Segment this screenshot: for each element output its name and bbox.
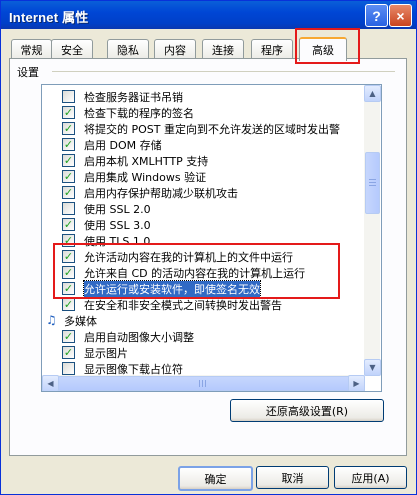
setting-label: 允许来自 CD 的活动内容在我的计算机上运行 (84, 267, 306, 280)
cancel-button[interactable]: 取消 (256, 466, 329, 489)
group-label: 多媒体 (64, 315, 97, 328)
vertical-scroll-thumb[interactable] (365, 152, 380, 214)
checkbox[interactable]: ✓ (62, 186, 75, 199)
scroll-down-button[interactable]: ▼ (364, 359, 381, 376)
tab-connections[interactable]: 连接 (202, 39, 244, 59)
tab-general[interactable]: 常规 (11, 39, 52, 59)
settings-heading: 设置 (17, 66, 39, 79)
grip-line (202, 380, 203, 387)
grip-line (199, 380, 200, 387)
grip-line (205, 380, 206, 387)
checkbox[interactable]: ✓ (62, 282, 75, 295)
close-button[interactable]: × (389, 4, 412, 27)
help-button[interactable]: ? (365, 4, 388, 27)
checkbox[interactable] (62, 362, 75, 375)
setting-label: 启用内存保护帮助减少联机攻击 (84, 187, 238, 200)
horizontal-scroll-thumb[interactable] (58, 376, 350, 391)
ok-button[interactable]: 确定 (178, 466, 253, 491)
setting-label: 将提交的 POST 重定向到不允许发送的区域时发出警 (84, 123, 340, 136)
multimedia-icon: ♫ (46, 313, 57, 327)
title-bar[interactable]: Internet 属性 ? × (1, 1, 416, 29)
checkbox[interactable]: ✓ (62, 106, 75, 119)
setting-row[interactable]: ✓ 将提交的 POST 重定向到不允许发送的区域时发出警 (42, 120, 362, 136)
setting-label: 使用 TLS 1.0 (84, 235, 151, 248)
scroll-right-button[interactable]: ▶ (348, 375, 365, 391)
setting-row-selected[interactable]: ✓ 允许运行或安装软件，即使签名无效 (42, 280, 362, 298)
setting-row[interactable]: ✓ 启用集成 Windows 验证 (42, 168, 362, 184)
restore-advanced-button[interactable]: 还原高级设置(R) (230, 399, 384, 422)
apply-button[interactable]: 应用(A) (334, 466, 407, 489)
close-icon: × (396, 7, 405, 24)
setting-label: 检查服务器证书吊销 (84, 91, 183, 104)
setting-row[interactable]: 检查服务器证书吊销 (42, 88, 362, 104)
setting-label: 使用 SSL 2.0 (84, 203, 151, 216)
checkbox[interactable]: ✓ (62, 138, 75, 151)
setting-label: 检查下载的程序的签名 (84, 107, 194, 120)
checkbox[interactable]: ✓ (62, 266, 75, 279)
chevron-left-icon: ◀ (47, 379, 54, 388)
scroll-up-button[interactable]: ▲ (364, 85, 381, 102)
setting-label: 显示图片 (84, 347, 128, 360)
setting-row[interactable]: ✓ 使用 SSL 3.0 (42, 216, 362, 232)
setting-row[interactable]: 显示图像下载占位符 (42, 360, 362, 376)
vertical-scrollbar[interactable]: ▲ ▼ (364, 85, 381, 376)
group-row-multimedia[interactable]: ♫ 多媒体 (42, 312, 362, 328)
setting-row[interactable]: ✓ 启用 DOM 存储 (42, 136, 362, 152)
setting-label: 启用自动图像大小调整 (84, 331, 194, 344)
setting-row[interactable]: ✓ 允许活动内容在我的计算机上的文件中运行 (42, 248, 362, 264)
checkbox[interactable]: ✓ (62, 298, 75, 311)
settings-list[interactable]: 检查服务器证书吊销 ✓ 检查下载的程序的签名 ✓ 将提交的 POST 重定向到不允许… (41, 84, 382, 392)
checkbox[interactable] (62, 202, 75, 215)
chevron-up-icon: ▲ (369, 89, 376, 98)
setting-row[interactable]: 使用 SSL 2.0 (42, 200, 362, 216)
checkbox[interactable]: ✓ (62, 170, 75, 183)
setting-row[interactable]: ✓ 检查下载的程序的签名 (42, 104, 362, 120)
setting-row[interactable]: ✓ 允许来自 CD 的活动内容在我的计算机上运行 (42, 264, 362, 280)
setting-label: 在安全和非安全模式之间转换时发出警告 (84, 299, 282, 312)
horizontal-scrollbar[interactable]: ◀ ▶ (42, 375, 365, 391)
tab-programs[interactable]: 程序 (251, 39, 293, 59)
checkbox[interactable]: ✓ (62, 346, 75, 359)
checkbox[interactable]: ✓ (62, 234, 75, 247)
checkbox[interactable]: ✓ (62, 122, 75, 135)
tab-advanced[interactable]: 高级 (299, 37, 347, 61)
window-title: Internet 属性 (9, 10, 89, 25)
tab-privacy[interactable]: 隐私 (107, 39, 149, 59)
grip-line (369, 182, 376, 183)
setting-label: 使用 SSL 3.0 (84, 219, 151, 232)
checkbox[interactable]: ✓ (62, 154, 75, 167)
setting-row[interactable]: ✓ 启用自动图像大小调整 (42, 328, 362, 344)
setting-row[interactable]: ✓ 在安全和非安全模式之间转换时发出警告 (42, 296, 362, 312)
setting-row[interactable]: ✓ 使用 TLS 1.0 (42, 232, 362, 248)
setting-row[interactable]: ✓ 启用内存保护帮助减少联机攻击 (42, 184, 362, 200)
scroll-left-button[interactable]: ◀ (42, 375, 59, 391)
chevron-right-icon: ▶ (353, 379, 360, 388)
help-icon: ? (372, 7, 381, 24)
setting-row[interactable]: ✓ 启用本机 XMLHTTP 支持 (42, 152, 362, 168)
setting-label: 启用 DOM 存储 (84, 139, 162, 152)
setting-row[interactable]: ✓ 显示图片 (42, 344, 362, 360)
tab-content[interactable]: 内容 (154, 39, 196, 59)
checkbox[interactable]: ✓ (62, 218, 75, 231)
setting-label: 允许运行或安装软件，即使签名无效 (83, 280, 261, 298)
tab-security[interactable]: 安全 (51, 39, 93, 59)
checkbox[interactable]: ✓ (62, 250, 75, 263)
grip-line (369, 179, 376, 180)
grip-line (369, 185, 376, 186)
checkbox[interactable] (62, 90, 75, 103)
setting-label: 启用集成 Windows 验证 (84, 171, 207, 184)
setting-label: 允许活动内容在我的计算机上的文件中运行 (84, 251, 293, 264)
chevron-down-icon: ▼ (369, 363, 376, 372)
settings-divider (52, 71, 395, 72)
checkbox[interactable]: ✓ (62, 330, 75, 343)
setting-label: 启用本机 XMLHTTP 支持 (84, 155, 209, 168)
